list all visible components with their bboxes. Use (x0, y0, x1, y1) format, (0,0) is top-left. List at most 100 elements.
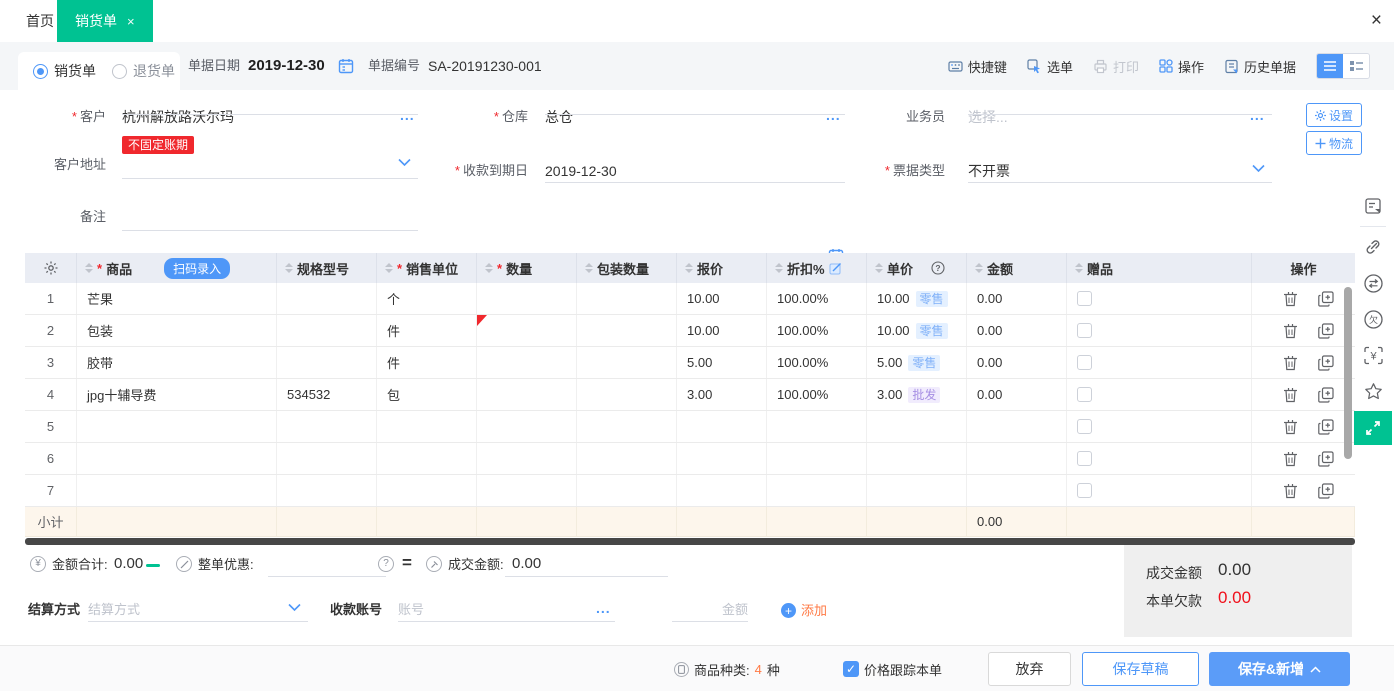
cell-package-qty[interactable] (577, 475, 677, 506)
cell-spec[interactable] (277, 443, 377, 474)
cell-discount[interactable] (767, 443, 867, 474)
add-payment-icon[interactable]: + (781, 603, 796, 618)
header-spec[interactable]: 规格型号 (277, 253, 377, 283)
sort-icon[interactable] (85, 263, 93, 273)
hotkey-button[interactable]: 快捷键 (948, 57, 1007, 76)
cell-amount[interactable]: 0.00 (967, 347, 1067, 378)
horizontal-scrollbar[interactable] (25, 538, 1355, 545)
exchange-icon[interactable] (1354, 265, 1392, 301)
customer-picker-icon[interactable]: ... (400, 108, 415, 126)
cell-spec[interactable]: 534532 (277, 379, 377, 410)
cell-unit[interactable] (377, 411, 477, 442)
save-draft-button[interactable]: 保存草稿 (1082, 652, 1199, 686)
cell-quote[interactable]: 10.00 (677, 315, 767, 346)
copy-add-icon[interactable] (1318, 387, 1334, 403)
calendar-icon[interactable] (338, 58, 354, 74)
tab-sales-order[interactable]: 销货单 × (57, 0, 153, 42)
debt-icon[interactable]: 欠 (1354, 301, 1392, 337)
radio-return-order[interactable]: 退货单 (112, 61, 175, 81)
cell-unit[interactable]: 件 (377, 347, 477, 378)
delete-icon[interactable] (1283, 387, 1298, 403)
vertical-scrollbar[interactable] (1344, 287, 1352, 459)
cell-quantity[interactable] (477, 443, 577, 474)
sort-icon[interactable] (585, 263, 593, 273)
cell-quote[interactable]: 3.00 (677, 379, 767, 410)
cell-spec[interactable] (277, 315, 377, 346)
pick-order-button[interactable]: 选单 (1027, 57, 1073, 76)
gift-checkbox[interactable] (1077, 323, 1092, 338)
cell-package-qty[interactable] (577, 443, 677, 474)
cell-package-qty[interactable] (577, 411, 677, 442)
delete-icon[interactable] (1283, 323, 1298, 339)
header-unit[interactable]: *销售单位 (377, 253, 477, 283)
gift-checkbox[interactable] (1077, 483, 1092, 498)
address-input[interactable] (122, 178, 418, 179)
sort-icon[interactable] (485, 263, 493, 273)
salesman-input[interactable]: 选择... (968, 108, 1008, 126)
cell-quote[interactable] (677, 411, 767, 442)
link-icon[interactable] (1354, 229, 1392, 265)
cell-quantity[interactable] (477, 315, 577, 346)
cell-unit-price[interactable]: 5.00零售 (867, 347, 967, 378)
expand-icon[interactable] (1354, 411, 1392, 445)
notes-icon[interactable] (1354, 188, 1392, 224)
cell-spec[interactable] (277, 283, 377, 314)
due-date-input[interactable]: 2019-12-30 (545, 162, 617, 180)
price-type-badge[interactable]: 零售 (916, 291, 948, 307)
cell-unit-price[interactable] (867, 443, 967, 474)
cell-quote[interactable] (677, 443, 767, 474)
header-package-qty[interactable]: 包装数量 (577, 253, 677, 283)
cell-quote[interactable]: 5.00 (677, 347, 767, 378)
history-button[interactable]: 历史单据 (1224, 57, 1296, 76)
price-type-badge[interactable]: 零售 (916, 323, 948, 339)
cell-package-qty[interactable] (577, 315, 677, 346)
delete-icon[interactable] (1283, 483, 1298, 499)
cell-unit-price[interactable]: 3.00批发 (867, 379, 967, 410)
cell-product[interactable]: jpg十辅导费 (77, 379, 277, 410)
header-product[interactable]: *商品 扫码录入 (77, 253, 277, 283)
cell-unit-price[interactable]: 10.00零售 (867, 315, 967, 346)
copy-add-icon[interactable] (1318, 323, 1334, 339)
pay-amount-input[interactable]: 金额 (672, 601, 748, 619)
cell-package-qty[interactable] (577, 379, 677, 410)
gift-checkbox[interactable] (1077, 291, 1092, 306)
customer-input[interactable]: 杭州解放路沃尔玛 (122, 108, 234, 126)
cancel-button[interactable]: 放弃 (988, 652, 1071, 686)
warehouse-picker-icon[interactable]: ... (826, 108, 841, 126)
sort-icon[interactable] (285, 263, 293, 273)
delete-icon[interactable] (1283, 419, 1298, 435)
checkbox-checked-icon[interactable]: ✓ (843, 661, 859, 677)
cell-amount[interactable]: 0.00 (967, 379, 1067, 410)
sort-icon[interactable] (385, 263, 393, 273)
cell-quote[interactable]: 10.00 (677, 283, 767, 314)
cell-discount[interactable]: 100.00% (767, 347, 867, 378)
sort-icon[interactable] (975, 263, 983, 273)
header-unit-price[interactable]: 单价 ? (867, 253, 967, 283)
save-and-new-button[interactable]: 保存&新增 (1209, 652, 1350, 686)
settle-method-select[interactable]: 结算方式 (88, 601, 140, 619)
copy-add-icon[interactable] (1318, 451, 1334, 467)
warehouse-input[interactable]: 总仓 (545, 108, 573, 126)
header-quantity[interactable]: *数量 (477, 253, 577, 283)
cell-amount[interactable] (967, 443, 1067, 474)
header-discount[interactable]: 折扣% (767, 253, 867, 283)
cell-package-qty[interactable] (577, 347, 677, 378)
cell-product[interactable] (77, 475, 277, 506)
cell-unit-price[interactable] (867, 475, 967, 506)
column-config-button[interactable] (25, 253, 77, 283)
cell-quote[interactable] (677, 475, 767, 506)
delete-icon[interactable] (1283, 451, 1298, 467)
price-type-badge[interactable]: 批发 (908, 387, 940, 403)
add-payment-label[interactable]: 添加 (801, 602, 827, 620)
help-icon[interactable]: ? (378, 556, 394, 572)
cell-discount[interactable] (767, 411, 867, 442)
gift-checkbox[interactable] (1077, 419, 1092, 434)
favorite-icon[interactable] (1354, 373, 1392, 409)
cell-quantity[interactable] (477, 411, 577, 442)
header-gift[interactable]: 赠品 (1067, 253, 1252, 283)
cell-product[interactable] (77, 411, 277, 442)
sort-icon[interactable] (775, 263, 783, 273)
address-chevron-down-icon[interactable] (398, 158, 411, 167)
list-view-button[interactable] (1317, 54, 1343, 78)
cell-product[interactable]: 芒果 (77, 283, 277, 314)
